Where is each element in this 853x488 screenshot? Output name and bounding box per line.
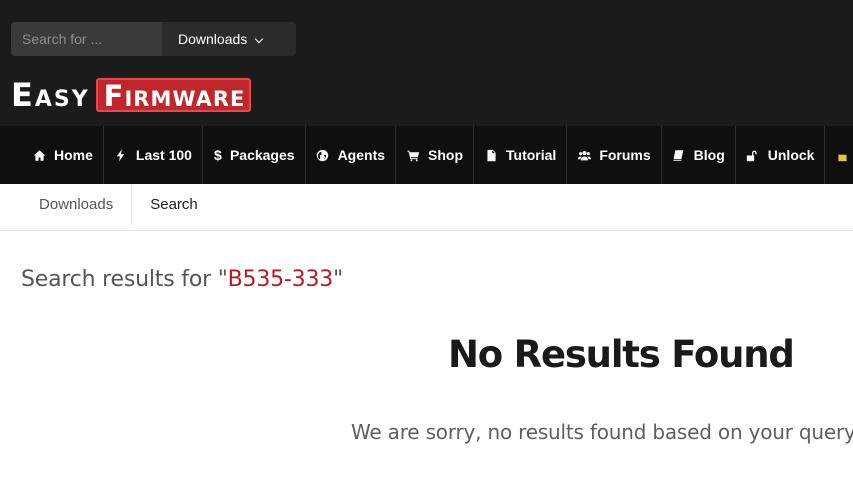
chevron-down-icon [255,34,264,43]
nav-item-shop[interactable]: Shop [396,126,475,184]
nav-item-unlock[interactable]: Unlock [736,126,826,184]
breadcrumb-search: Search [150,196,198,213]
unlock-icon [746,148,760,162]
breadcrumb: Downloads Search [0,184,853,231]
logo-firmware-badge: F IRMWARE [95,77,252,112]
no-results-title: No Results Found [448,333,795,376]
main-nav: Home Last 100 $ Packages Agents Shop Tut… [0,126,853,184]
nav-item-last-100[interactable]: Last 100 [104,126,203,184]
category-dropdown[interactable]: Downloads [162,22,296,56]
search-input[interactable] [11,22,162,56]
nav-item-overflow[interactable] [825,126,853,184]
site-logo[interactable]: E ASY F IRMWARE [11,75,252,114]
users-icon [577,148,591,162]
search-query: B535-333 [227,267,334,292]
nav-item-blog[interactable]: Blog [662,126,736,184]
nav-item-agents[interactable]: Agents [306,126,397,184]
file-icon [484,148,498,162]
nav-item-forums[interactable]: Forums [567,126,662,184]
lock-icon [835,148,849,162]
dollar-icon: $ [214,147,222,163]
site-header: Downloads EASY FIRMWARE [0,0,853,126]
nav-item-tutorial[interactable]: Tutorial [474,126,568,184]
book-icon [672,148,686,162]
category-dropdown-label: Downloads [178,31,248,47]
no-results-message: We are sorry, no results found based on … [351,420,853,444]
logo-easy-text: E ASY [11,75,90,114]
nav-item-home[interactable]: Home [22,126,104,184]
cart-icon [406,148,420,162]
home-icon [32,148,46,162]
search-results-heading: Search results for "B535-333" [21,267,343,292]
bolt-icon [114,148,128,162]
breadcrumb-downloads[interactable]: Downloads [0,184,133,225]
nav-item-packages[interactable]: $ Packages [203,126,306,184]
globe-icon [316,148,330,162]
